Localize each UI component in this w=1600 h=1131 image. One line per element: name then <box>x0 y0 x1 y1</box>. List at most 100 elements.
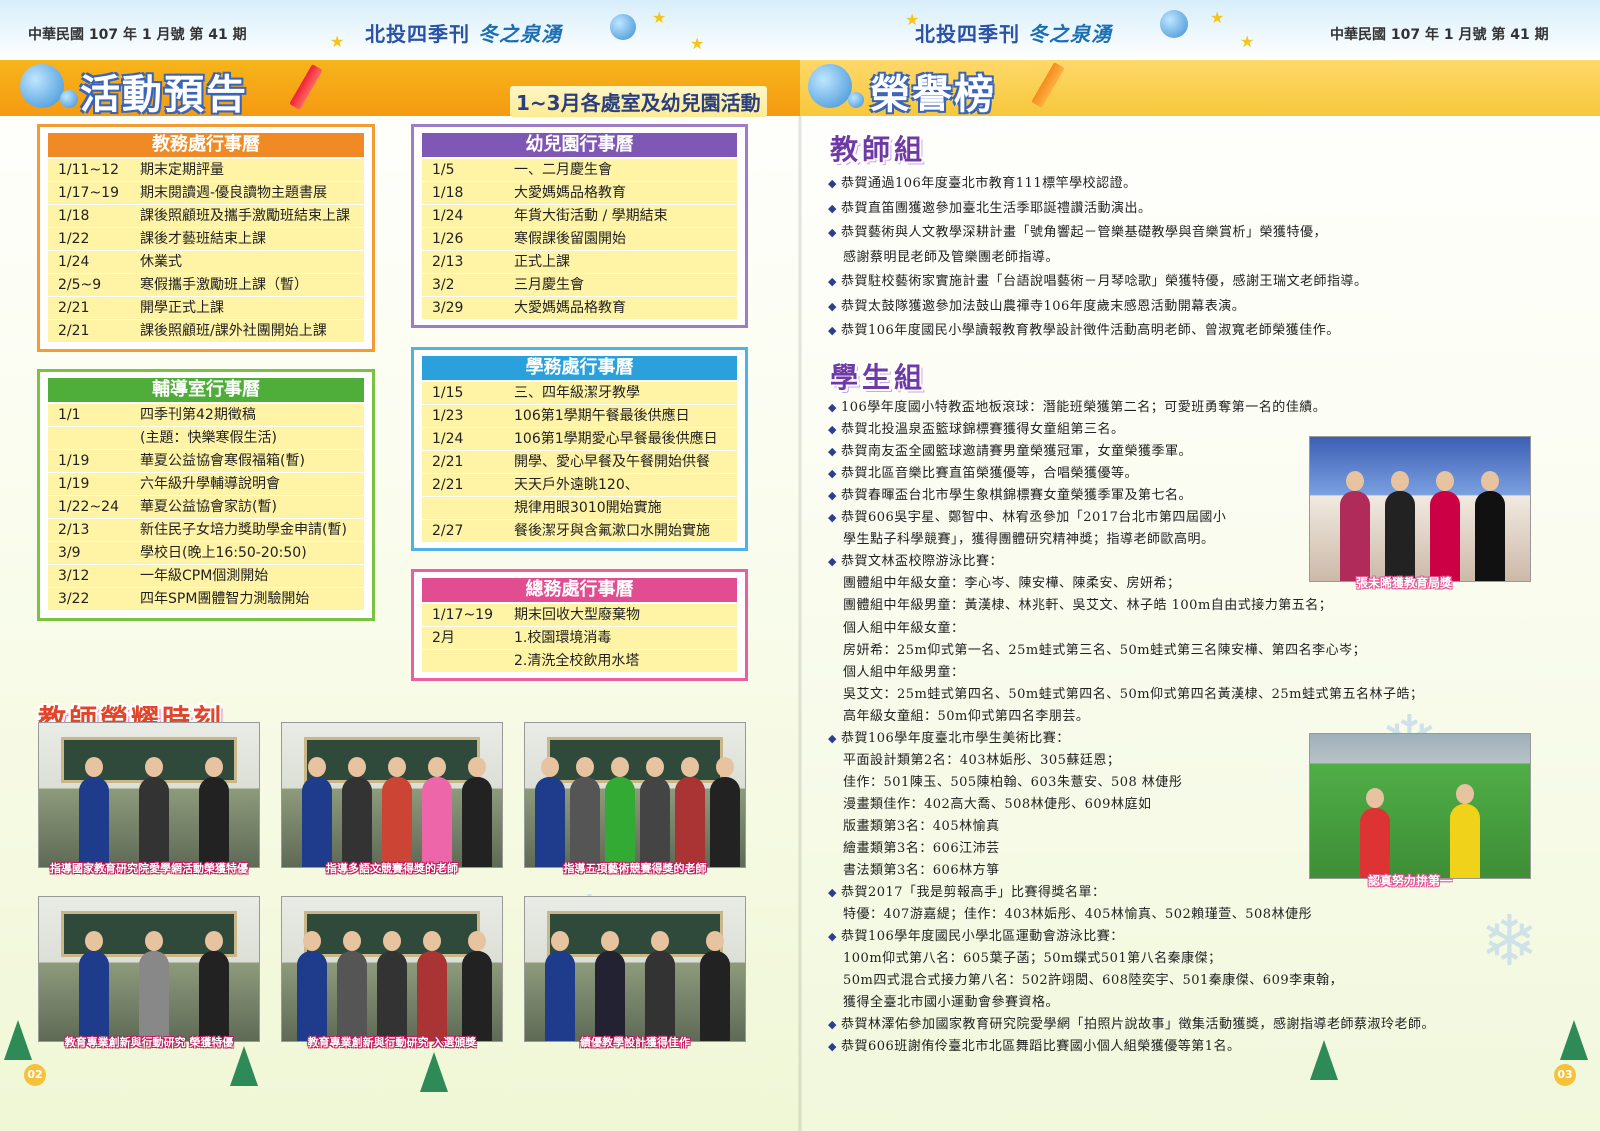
calendar-date <box>422 650 514 672</box>
bubble-icon <box>848 92 864 108</box>
calendar-event: 學校日(晚上16:50-20:50) <box>140 545 307 561</box>
calendar-date: 2/21 <box>432 454 464 470</box>
honor-line: 恭賀北區音樂比賽直笛榮獲優等，合唱榮獲優等。 <box>828 462 1138 481</box>
honor-line: 個人組中年級男童： <box>843 664 965 680</box>
calendar-date: 1/19 <box>58 453 90 469</box>
bubble-icon <box>610 14 636 40</box>
calendar-row: 1/26 寒假課後留園開始 <box>422 228 737 251</box>
honor-line: 恭賀春暉盃台北市學生象棋錦標賽女童榮獲季軍及第七名。 <box>828 484 1192 503</box>
star-icon: ★ <box>690 34 705 53</box>
teacher-photo-3 <box>524 722 746 868</box>
tree-icon <box>230 1046 258 1086</box>
calendar-youer: 幼兒園行事曆 1/5 一、二月慶生會 1/18 大愛媽媽品格教育 1/24 年貨大街活動 … <box>411 124 748 328</box>
calendar-date: 2/21 <box>432 477 464 493</box>
honor-line: 高年級女童組：50m仰式第四名李朋芸。 <box>843 708 1090 724</box>
calendar-fudao: 輔導室行事曆 1/1 四季刊第42期徵稿 (主題：快樂寒假生活) 1/19 華夏公益協會… <box>37 369 375 621</box>
magazine-subtitle: 冬之泉湧 <box>478 22 562 46</box>
magazine-spread: ❄ ❄ ❄ ❄ 中華民國 107 年 1 月號 第 41 期 北投四季刊冬之泉湧… <box>0 0 1600 1131</box>
calendar-event: 1.校園環境消毒 <box>514 630 612 646</box>
bubble-icon <box>808 64 852 108</box>
honor-line: 恭賀106年度國民小學讀報教育教學設計徵件活動高明老師、曾淑寬老師榮獲佳作。 <box>828 319 1340 338</box>
page-number-right: 03 <box>1554 1064 1576 1086</box>
calendar-event: 四季刊第42期徵稿 <box>140 407 256 423</box>
honor-line: 100m仰式第八名：605葉子菡；50m蝶式501第八名秦康傑； <box>843 951 1222 967</box>
calendar-row: 1/1 四季刊第42期徵稿 <box>48 404 364 427</box>
calendar-date: 2/27 <box>432 523 464 539</box>
magazine-name: 北投四季刊 <box>915 22 1020 46</box>
calendar-event: 課後照顧班/課外社團開始上課 <box>140 323 327 339</box>
calendar-date: 2/13 <box>58 522 90 538</box>
issue-label-left: 中華民國 107 年 1 月號 第 41 期 <box>28 27 247 43</box>
calendar-date: 1/23 <box>432 408 464 424</box>
honor-line: 恭賀106學年度臺北市學生美術比賽： <box>828 727 1070 746</box>
calendar-title: 學務處行事曆 <box>422 356 737 380</box>
calendar-rows: 1/5 一、二月慶生會 1/18 大愛媽媽品格教育 1/24 年貨大街活動 / 學期結束 1… <box>422 159 737 320</box>
tree-icon <box>1310 1040 1338 1080</box>
honor-line: 版畫類第3名：405林愉真 <box>843 818 1000 834</box>
left-banner-subtitle: 1~3月各處室及幼兒園活動 <box>510 86 767 117</box>
calendar-date: 3/29 <box>432 300 464 316</box>
calendar-date: 3/12 <box>58 568 90 584</box>
calendar-date: 1/24 <box>58 254 90 270</box>
teacher-photo-2 <box>281 722 503 868</box>
honor-line: 恭賀藝術與人文教學深耕計畫「號角響起－管樂基礎教學與音樂賞析」榮獲特優， <box>828 221 1327 240</box>
calendar-date: 1/15 <box>432 385 464 401</box>
honor-line: 書法類第3名：606林方箏 <box>843 863 1000 879</box>
honor-line: 恭賀文林盃校際游泳比賽： <box>828 550 1003 569</box>
calendar-date: 3/2 <box>432 277 455 293</box>
page-number-left: 02 <box>24 1064 46 1086</box>
calendar-event: 一年級CPM個測開始 <box>140 568 269 584</box>
calendar-date: 1/5 <box>432 162 455 178</box>
calendar-event: 寒假課後留園開始 <box>514 231 626 247</box>
sports-photo <box>1309 733 1531 879</box>
calendar-date: 3/22 <box>58 591 90 607</box>
tree-icon <box>1560 1020 1588 1060</box>
calendar-title: 總務處行事曆 <box>422 578 737 602</box>
calendar-row: 1/17~19 期末閱讀週-優良讀物主題書展 <box>48 182 364 205</box>
honor-line: 恭賀606班謝侑伶臺北市北區舞蹈比賽國小個人組榮獲優等第1名。 <box>828 1035 1241 1054</box>
honor-line: 特優：407游嘉緹；佳作：403林姤彤、405林愉真、502賴瑾萱、508林倢彤 <box>843 907 1313 923</box>
sports-photo-caption: 認真努力拚第一 <box>1368 874 1453 888</box>
calendar-date: 1/22 <box>58 231 90 247</box>
honor-line: 個人組中年級女童： <box>843 620 965 636</box>
calendar-date: 2/21 <box>58 300 90 316</box>
calendar-row: 1/11~12 期末定期評量 <box>48 159 364 182</box>
honor-line: 學生點子科學競賽」，獲得團體研究精神獎；指導老師歐高明。 <box>843 532 1215 548</box>
calendar-row: 2/13 新住民子女培力獎助學金申請(暫) <box>48 519 364 542</box>
calendar-date: 2/5~9 <box>58 277 102 293</box>
calendar-row: 1/15 三、四年級潔牙教學 <box>422 382 737 405</box>
calendar-row: 2/21 天天戶外遠眺120、 <box>422 474 737 497</box>
student-group-title: 學生組 <box>830 361 927 394</box>
honor-line: 團體組中年級男童：黃漢棣、林兆軒、吳艾文、林子皓 100m自由式接力第五名； <box>843 598 1333 614</box>
honor-line: 佳作：501陳玉、505陳柏翰、603朱薏安、508 林倢彤 <box>843 774 1183 790</box>
star-icon: ★ <box>330 32 345 51</box>
calendar-row: 1/23 106第1學期午餐最後供應日 <box>422 405 737 428</box>
calendar-rows: 1/11~12 期末定期評量 1/17~19 期末閱讀週-優良讀物主題書展 1/18 課後… <box>48 159 364 343</box>
calendar-rows: 1/1 四季刊第42期徵稿 (主題：快樂寒假生活) 1/19 華夏公益協會寒假福箱(暫)… <box>48 404 364 611</box>
calendar-event: 天天戶外遠眺120、 <box>514 477 639 493</box>
calendar-row: 1/19 華夏公益協會寒假福箱(暫) <box>48 450 364 473</box>
calendar-event: 開學正式上課 <box>140 300 224 316</box>
calendar-event: 四年SPM團體智力測驗開始 <box>140 591 310 607</box>
calendar-row: 1/24 休業式 <box>48 251 364 274</box>
honor-line: 恭賀2017「我是剪報高手」比賽得獎名單： <box>828 881 1106 900</box>
calendar-date: 1/22~24 <box>58 499 119 515</box>
calendar-event: 106第1學期午餐最後供應日 <box>514 408 690 424</box>
calendar-date: 1/19 <box>58 476 90 492</box>
teacher-photo-6 <box>524 896 746 1042</box>
calendar-event: 期末回收大型廢棄物 <box>514 607 640 623</box>
honor-line: 106學年度國小特教盃地板滾球：潛能班榮獲第二名；可愛班勇奪第一名的佳績。 <box>828 396 1326 415</box>
calendar-row: 1/5 一、二月慶生會 <box>422 159 737 182</box>
honor-line: 恭賀606吳宇星、鄭智中、林宥丞參加「2017台北市第四屆國小 <box>828 506 1226 525</box>
honor-line: 漫畫類佳作：402高大喬、508林倢彤、609林庭如 <box>843 796 1152 812</box>
star-icon: ★ <box>1210 8 1225 27</box>
calendar-event: 開學、愛心早餐及午餐開始供餐 <box>514 454 710 470</box>
calendar-row: (主題：快樂寒假生活) <box>48 427 364 450</box>
calendar-row: 2/27 餐後潔牙與含氟漱口水開始實施 <box>422 520 737 543</box>
honor-line: 恭賀106學年度國民小學北區運動會游泳比賽： <box>828 925 1124 944</box>
calendar-xuewu: 學務處行事曆 1/15 三、四年級潔牙教學 1/23 106第1學期午餐最後供應日 1/… <box>411 347 748 551</box>
calendar-row: 2/13 正式上課 <box>422 251 737 274</box>
calendar-date: 1/18 <box>58 208 90 224</box>
calendar-zongwu: 總務處行事曆 1/17~19 期末回收大型廢棄物 2月 1.校園環境消毒 2.清洗全校飲… <box>411 569 748 681</box>
bubble-icon <box>60 90 78 108</box>
